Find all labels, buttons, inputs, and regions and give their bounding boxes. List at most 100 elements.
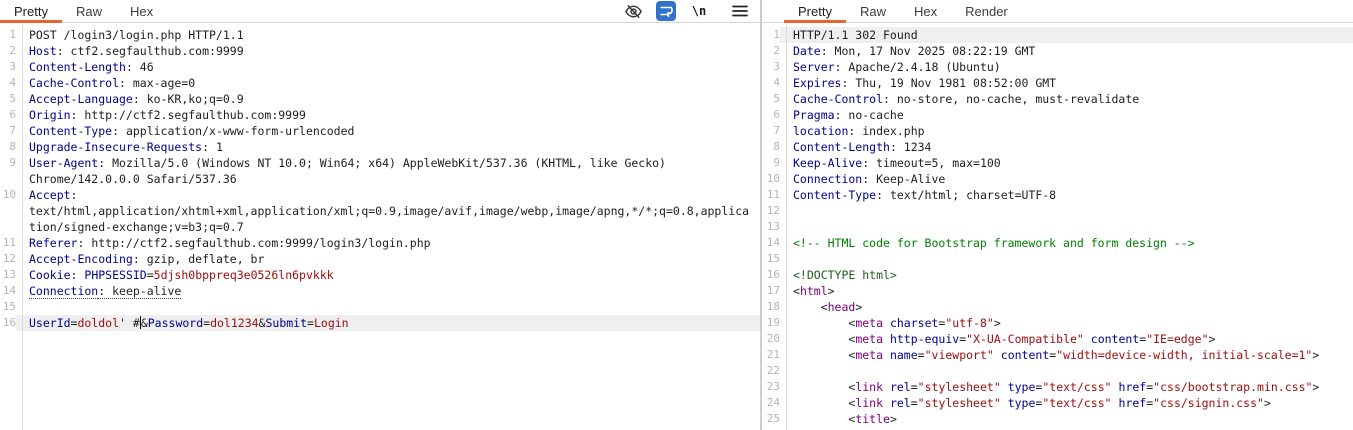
code-line[interactable]: 5Accept-Language: ko-KR,ko;q=0.9 bbox=[0, 91, 760, 107]
line-number: 6 bbox=[0, 107, 16, 123]
code-line[interactable]: 11Referer: http://ctf2.segfaulthub.com:9… bbox=[0, 235, 760, 251]
line-text: Pragma: no-cache bbox=[780, 107, 1353, 123]
code-token: content bbox=[1001, 348, 1049, 362]
tab-raw[interactable]: Raw bbox=[62, 0, 116, 22]
code-token: : max-age=0 bbox=[119, 76, 195, 90]
code-line[interactable]: 14<!-- HTML code for Bootstrap framework… bbox=[762, 235, 1353, 251]
code-line[interactable]: Chrome/142.0.0.0 Safari/537.36 bbox=[0, 171, 760, 187]
code-token: : keep-alive bbox=[98, 284, 181, 299]
code-line[interactable]: 19 <meta charset="utf-8"> bbox=[762, 315, 1353, 331]
code-line[interactable]: 16UserId=doldol' #&Password=dol1234&Subm… bbox=[0, 315, 760, 331]
code-line[interactable]: 1POST /login3/login.php HTTP/1.1 bbox=[0, 27, 760, 43]
code-line[interactable]: text/html,application/xhtml+xml,applicat… bbox=[0, 203, 760, 219]
code-token: Chrome/142.0.0.0 Safari/537.36 bbox=[29, 172, 237, 186]
code-token: : ko-KR,ko;q=0.9 bbox=[133, 92, 244, 106]
code-line[interactable]: 13Cookie: PHPSESSID=5djsh0bppreq3e0526ln… bbox=[0, 267, 760, 283]
code-line[interactable]: 15 bbox=[0, 299, 760, 315]
code-token: Upgrade-Insecure-Requests bbox=[29, 140, 202, 154]
code-token: rel bbox=[890, 396, 911, 410]
line-text: <meta charset="utf-8"> bbox=[780, 315, 1353, 331]
code-token: : Thu, 19 Nov 1981 08:52:00 GMT bbox=[841, 76, 1056, 90]
code-line[interactable]: 3Content-Length: 46 bbox=[0, 59, 760, 75]
code-line[interactable]: 18 <head> bbox=[762, 299, 1353, 315]
request-editor[interactable]: 1POST /login3/login.php HTTP/1.12Host: c… bbox=[0, 23, 760, 331]
line-text: text/html,application/xhtml+xml,applicat… bbox=[16, 203, 760, 219]
code-line[interactable]: 7Content-Type: application/x-www-form-ur… bbox=[0, 123, 760, 139]
code-token: = bbox=[147, 268, 154, 282]
tab-label: Render bbox=[965, 4, 1008, 19]
code-line[interactable]: 13 bbox=[762, 219, 1353, 235]
code-line[interactable]: 16<!DOCTYPE html> bbox=[762, 267, 1353, 283]
code-line[interactable]: 2Date: Mon, 17 Nov 2025 08:22:19 GMT bbox=[762, 43, 1353, 59]
code-line[interactable]: 20 <meta http-equiv="X-UA-Compatible" co… bbox=[762, 331, 1353, 347]
code-line[interactable]: 23 <link rel="stylesheet" type="text/css… bbox=[762, 379, 1353, 395]
code-line[interactable]: 6Origin: http://ctf2.segfaulthub.com:999… bbox=[0, 107, 760, 123]
code-line[interactable]: 4Expires: Thu, 19 Nov 1981 08:52:00 GMT bbox=[762, 75, 1353, 91]
response-gutter-divider bbox=[786, 23, 787, 430]
code-line[interactable]: 7location: index.php bbox=[762, 123, 1353, 139]
code-line[interactable]: 14Connection: keep-alive bbox=[0, 283, 760, 299]
code-token: > bbox=[1312, 380, 1319, 394]
code-line[interactable]: 9Keep-Alive: timeout=5, max=100 bbox=[762, 155, 1353, 171]
code-line[interactable]: 6Pragma: no-cache bbox=[762, 107, 1353, 123]
code-line[interactable]: 5Cache-Control: no-store, no-cache, must… bbox=[762, 91, 1353, 107]
code-line[interactable]: tion/signed-exchange;v=b3;q=0.7 bbox=[0, 219, 760, 235]
code-token: charset bbox=[890, 316, 938, 330]
line-text: <head> bbox=[780, 299, 1353, 315]
code-token: : no-cache bbox=[835, 108, 904, 122]
line-number: 3 bbox=[762, 59, 780, 75]
code-token: : Apache/2.4.18 (Ubuntu) bbox=[835, 60, 1001, 74]
code-line[interactable]: 17<html> bbox=[762, 283, 1353, 299]
tab-hex[interactable]: Hex bbox=[116, 0, 167, 22]
code-token: doldol bbox=[77, 316, 119, 330]
code-line[interactable]: 9User-Agent: Mozilla/5.0 (Windows NT 10.… bbox=[0, 155, 760, 171]
code-line[interactable]: 21 <meta name="viewport" content="width=… bbox=[762, 347, 1353, 363]
tab-hex[interactable]: Hex bbox=[900, 0, 951, 22]
code-token bbox=[1084, 332, 1091, 346]
code-line[interactable]: 10Accept: bbox=[0, 187, 760, 203]
code-token: "viewport" bbox=[925, 348, 994, 362]
tab-pretty[interactable]: Pretty bbox=[784, 0, 846, 22]
line-number: 9 bbox=[0, 155, 16, 171]
line-text: Chrome/142.0.0.0 Safari/537.36 bbox=[16, 171, 760, 187]
code-line[interactable]: 15 bbox=[762, 251, 1353, 267]
menu-icon[interactable] bbox=[730, 1, 750, 21]
code-token: Content-Type bbox=[29, 124, 112, 138]
code-line[interactable]: 3Server: Apache/2.4.18 (Ubuntu) bbox=[762, 59, 1353, 75]
word-wrap-icon[interactable] bbox=[656, 1, 676, 21]
newline-icon[interactable]: \n bbox=[689, 1, 709, 21]
tab-render[interactable]: Render bbox=[951, 0, 1022, 22]
code-token: Password bbox=[148, 316, 203, 330]
line-text: Host: ctf2.segfaulthub.com:9999 bbox=[16, 43, 760, 59]
line-number: 11 bbox=[0, 235, 16, 251]
code-line[interactable]: 22 bbox=[762, 363, 1353, 379]
code-token: < bbox=[793, 332, 855, 346]
code-token: type bbox=[1008, 396, 1036, 410]
newline-icon-label: \n bbox=[692, 4, 706, 18]
code-line[interactable]: 24 <link rel="stylesheet" type="text/css… bbox=[762, 395, 1353, 411]
response-viewer[interactable]: 1HTTP/1.1 302 Found2Date: Mon, 17 Nov 20… bbox=[762, 23, 1353, 427]
code-line[interactable]: 10Connection: Keep-Alive bbox=[762, 171, 1353, 187]
code-token bbox=[883, 396, 890, 410]
code-line[interactable]: 12Accept-Encoding: gzip, deflate, br bbox=[0, 251, 760, 267]
tab-raw[interactable]: Raw bbox=[846, 0, 900, 22]
line-number: 10 bbox=[762, 171, 780, 187]
code-line[interactable]: 8Content-Length: 1234 bbox=[762, 139, 1353, 155]
code-line[interactable]: 11Content-Type: text/html; charset=UTF-8 bbox=[762, 187, 1353, 203]
code-token: PHPSESSID bbox=[84, 268, 146, 282]
code-line[interactable]: 8Upgrade-Insecure-Requests: 1 bbox=[0, 139, 760, 155]
line-text: <meta name="viewport" content="width=dev… bbox=[780, 347, 1353, 363]
code-token: Pragma bbox=[793, 108, 835, 122]
line-text: Accept-Language: ko-KR,ko;q=0.9 bbox=[16, 91, 760, 107]
line-number: 1 bbox=[762, 27, 780, 43]
code-line[interactable]: 4Cache-Control: max-age=0 bbox=[0, 75, 760, 91]
code-line[interactable]: 2Host: ctf2.segfaulthub.com:9999 bbox=[0, 43, 760, 59]
code-token: name bbox=[890, 348, 918, 362]
line-number: 15 bbox=[0, 299, 16, 315]
code-line[interactable]: 12 bbox=[762, 203, 1353, 219]
request-gutter-divider bbox=[22, 23, 23, 430]
tab-pretty[interactable]: Pretty bbox=[0, 0, 62, 22]
code-line[interactable]: 1HTTP/1.1 302 Found bbox=[762, 27, 1353, 43]
code-line[interactable]: 25 <title> bbox=[762, 411, 1353, 427]
eye-off-icon[interactable] bbox=[623, 1, 643, 21]
